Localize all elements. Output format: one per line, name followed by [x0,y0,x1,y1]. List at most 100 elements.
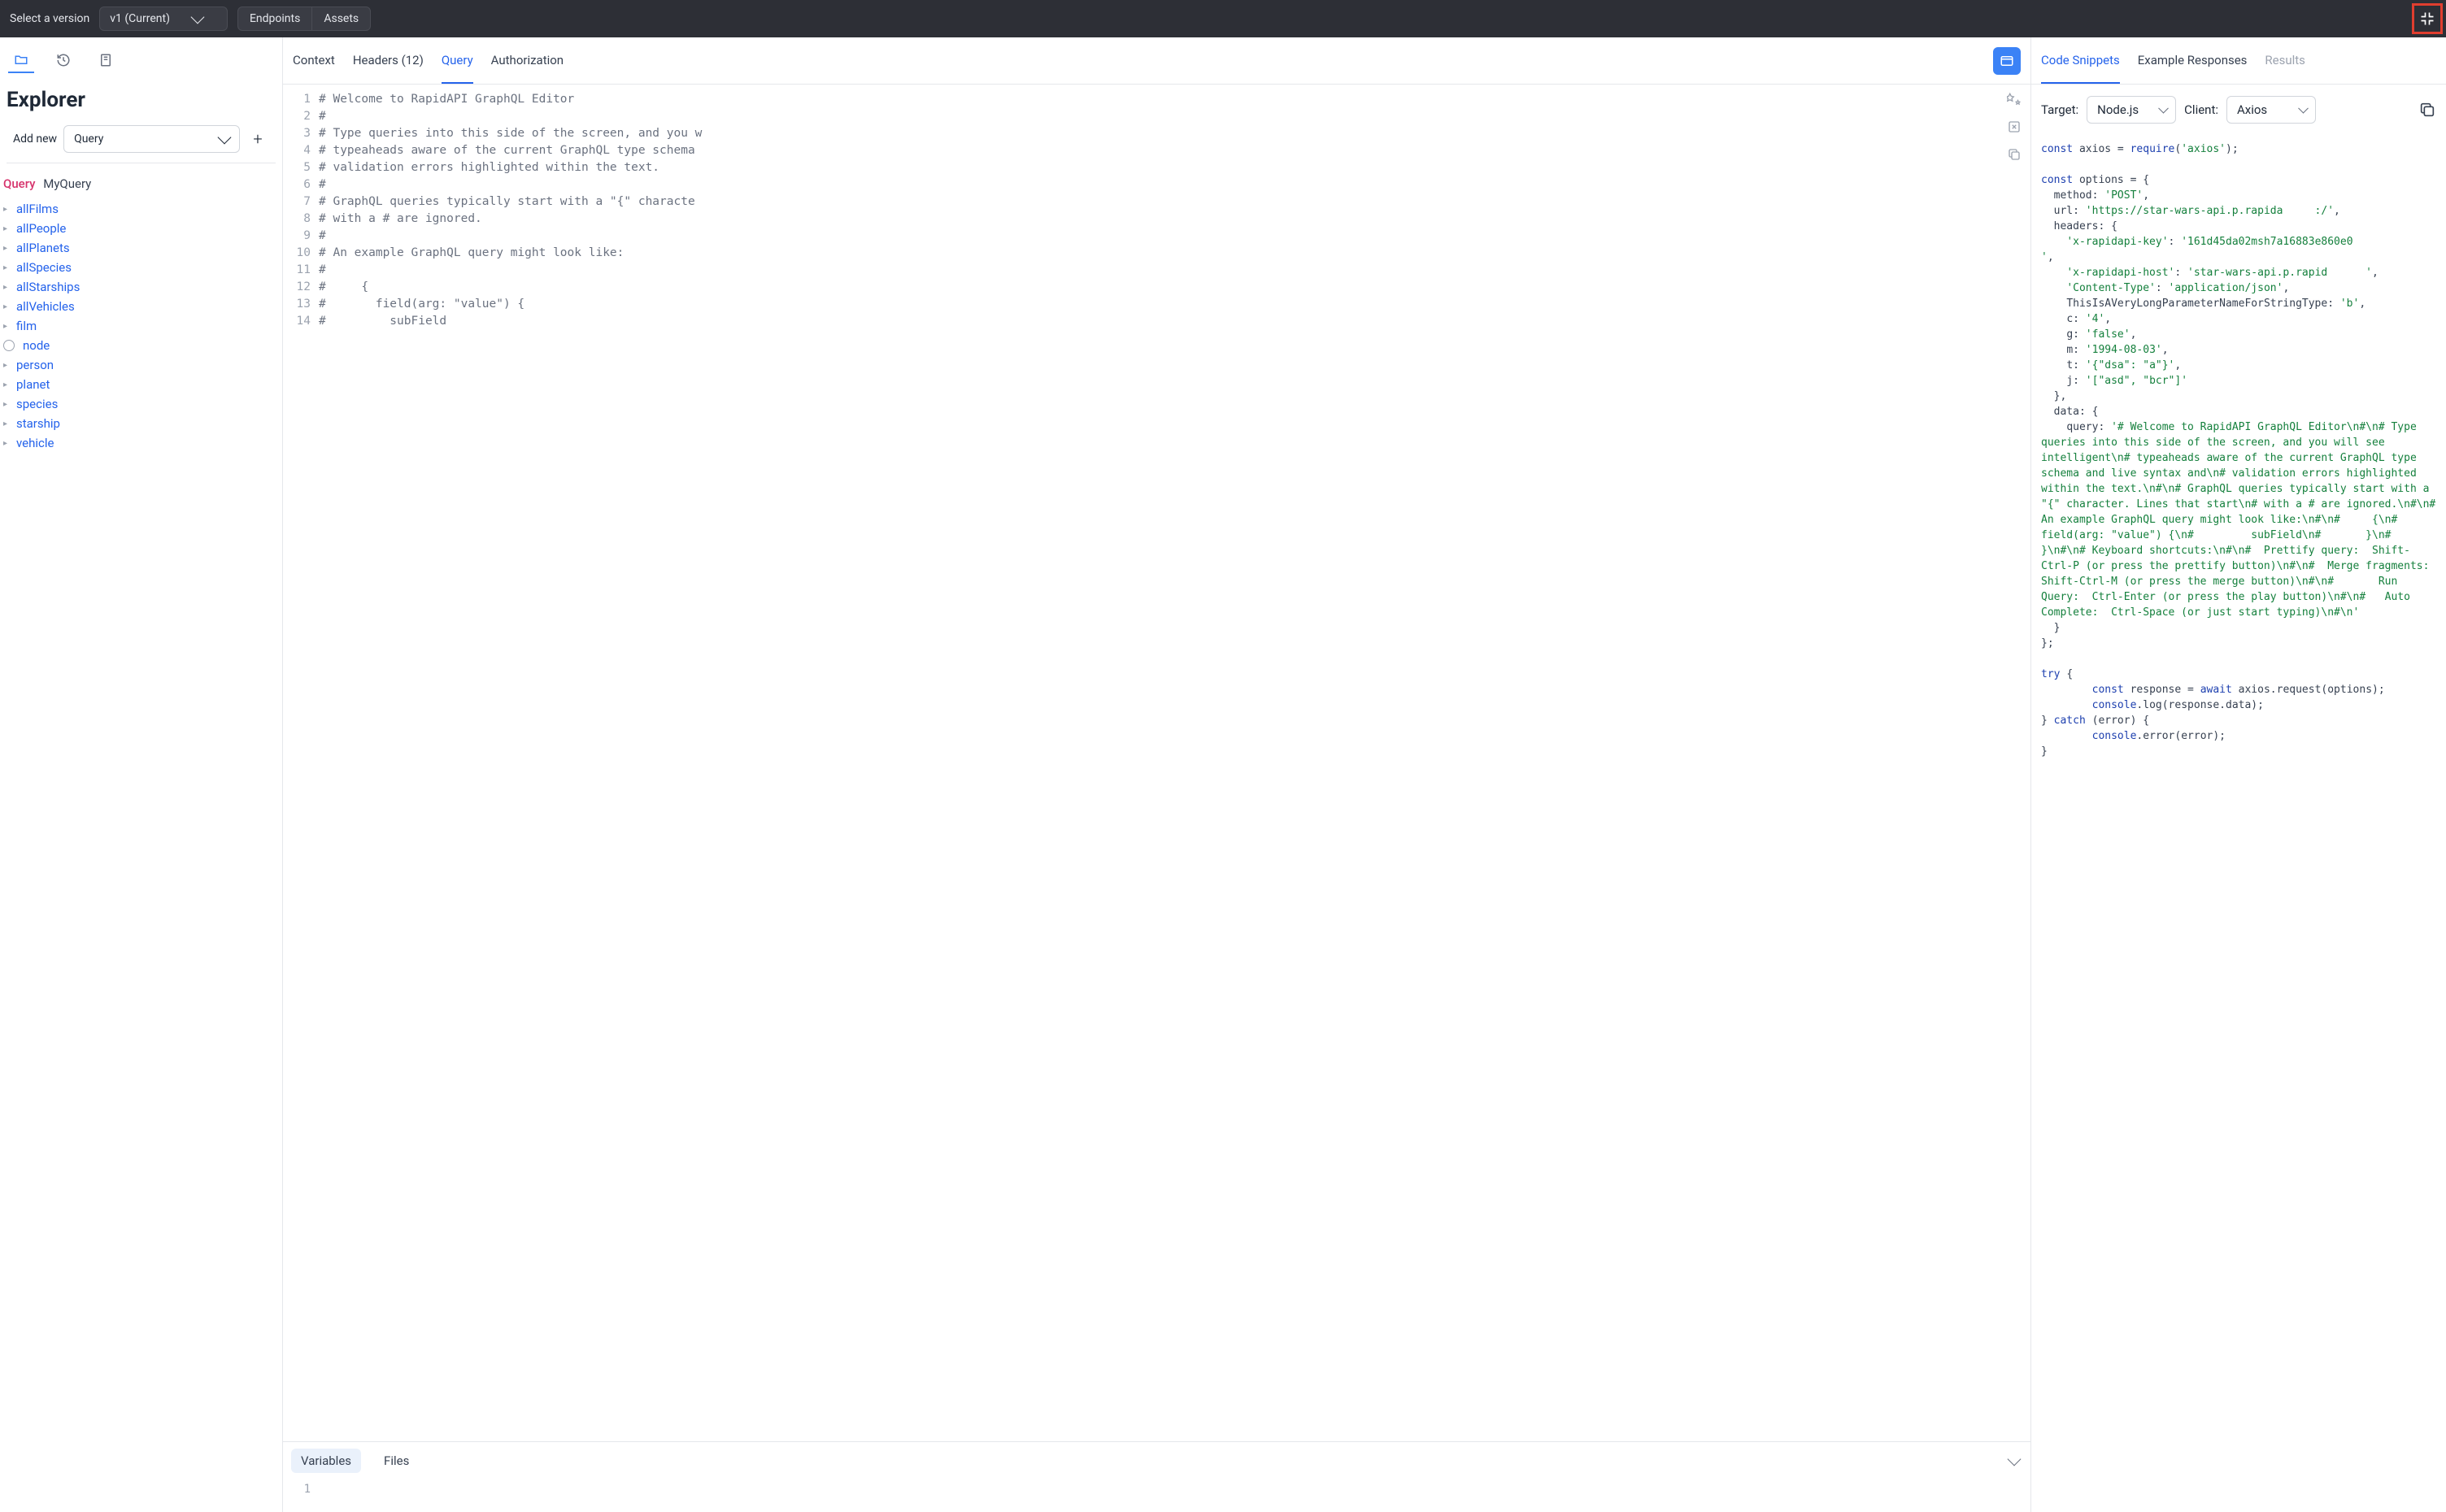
graphql-editor[interactable]: 1234567891011121314 # Welcome to RapidAP… [283,85,2030,1441]
var-line-number: 1 [283,1483,319,1496]
endpoints-tab[interactable]: Endpoints [238,7,311,30]
docs-icon[interactable] [93,47,119,73]
query-header: Query MyQuery [0,163,282,199]
chevron-down-icon [190,11,204,24]
tab-headers[interactable]: Headers (12) [353,38,424,84]
copy-snippet-button[interactable] [2418,101,2436,119]
tree-item-planet[interactable]: ▸ planet [3,375,279,394]
collapse-button[interactable] [2412,3,2443,34]
explorer-title: Explorer [0,73,282,125]
prettify-icon[interactable] [2006,91,2022,107]
tree-item-node[interactable]: node [3,336,279,355]
top-bar: Select a version v1 (Current) Endpoints … [0,0,2446,37]
tree-item-label: starship [16,416,60,431]
add-new-type-value: Query [74,133,103,146]
expand-icon: ▸ [3,302,11,311]
history-icon[interactable] [50,47,76,73]
center-panel: Context Headers (12) Query Authorization… [283,37,2031,1512]
tree-item-starship[interactable]: ▸ starship [3,414,279,433]
tree-item-film[interactable]: ▸ film [3,316,279,336]
code-area[interactable]: # Welcome to RapidAPI GraphQL Editor## T… [319,91,2030,1441]
copy-query-icon[interactable] [2006,146,2022,163]
assets-tab[interactable]: Assets [311,7,370,30]
select-version-label: Select a version [10,12,89,25]
bottom-tabs: Variables Files [283,1442,2030,1479]
tree-item-allStarships[interactable]: ▸ allStarships [3,277,279,297]
chevron-down-icon [218,131,232,145]
tree-item-label: planet [16,377,50,392]
query-name: MyQuery [43,176,91,191]
merge-icon[interactable] [2006,119,2022,135]
fields-tree: ▸allFilms▸allPeople▸allPlanets▸allSpecie… [0,199,282,453]
line-gutter: 1234567891011121314 [283,91,319,1441]
tree-item-label: allSpecies [16,260,72,275]
expand-icon: ▸ [3,244,11,253]
tab-context[interactable]: Context [293,38,335,84]
run-query-button[interactable] [1993,47,2021,75]
tree-item-label: species [16,397,58,411]
tree-item-label: allPeople [16,221,66,236]
tab-example-responses[interactable]: Example Responses [2138,38,2248,84]
tree-item-label: vehicle [16,436,54,450]
snippet-controls: Target: Node.js Client: Axios [2031,85,2446,135]
expand-icon: ▸ [3,439,11,448]
tree-item-label: allVehicles [16,299,75,314]
nav-segment: Endpoints Assets [237,7,371,31]
variables-editor[interactable]: 1 [283,1479,2030,1512]
expand-icon: ▸ [3,322,11,331]
add-new-label: Add new [13,133,57,146]
sidebar-icon-row [0,37,282,73]
tree-item-allSpecies[interactable]: ▸ allSpecies [3,258,279,277]
tree-item-label: allStarships [16,280,80,294]
expand-icon: ▸ [3,380,11,389]
minimize-icon [2419,11,2435,27]
tab-results: Results [2265,38,2305,84]
tree-item-person[interactable]: ▸person [3,355,279,375]
editor-tool-icons [2006,91,2022,163]
tree-item-vehicle[interactable]: ▸ vehicle [3,433,279,453]
add-new-type-select[interactable]: Query [63,125,240,153]
target-select[interactable]: Node.js [2087,96,2176,124]
explorer-panel: Explorer Add new Query + Query MyQuery ▸… [0,37,283,1512]
tree-item-label: node [23,338,50,353]
tree-item-allPeople[interactable]: ▸ allPeople [3,219,279,238]
tree-item-allVehicles[interactable]: ▸ allVehicles [3,297,279,316]
query-keyword: Query [3,176,36,191]
version-select[interactable]: v1 (Current) [99,7,228,31]
code-snippet[interactable]: const axios = require('axios'); const op… [2031,135,2446,1512]
tab-variables[interactable]: Variables [291,1449,361,1473]
tree-item-species[interactable]: ▸ species [3,394,279,414]
tab-authorization[interactable]: Authorization [491,38,564,84]
center-tabs: Context Headers (12) Query Authorization [283,37,2030,85]
client-value: Axios [2237,102,2267,117]
expand-icon: ▸ [3,419,11,428]
bottom-panel: Variables Files 1 [283,1441,2030,1512]
radio-icon [3,340,15,351]
expand-icon: ▸ [3,205,11,214]
tab-files[interactable]: Files [374,1449,419,1473]
panel-icon [2000,54,2014,68]
tree-item-allPlanets[interactable]: ▸ allPlanets [3,238,279,258]
target-label: Target: [2041,102,2078,117]
right-panel: Code Snippets Example Responses Results … [2031,37,2446,1512]
right-tabs: Code Snippets Example Responses Results [2031,37,2446,85]
chevron-down-icon[interactable] [2008,1453,2022,1466]
tab-query[interactable]: Query [442,38,473,84]
expand-icon: ▸ [3,283,11,292]
add-new-button[interactable]: + [246,128,269,150]
expand-icon: ▸ [3,400,11,409]
tree-item-allFilms[interactable]: ▸allFilms [3,199,279,219]
version-value: v1 (Current) [110,12,170,25]
client-select[interactable]: Axios [2226,96,2316,124]
expand-icon: ▸ [3,224,11,233]
tab-code-snippets[interactable]: Code Snippets [2041,38,2120,84]
add-new-row: Add new Query + [7,125,276,163]
tree-item-label: allPlanets [16,241,70,255]
target-value: Node.js [2097,102,2139,117]
expand-icon: ▸ [3,361,11,370]
editor-wrapper: 1234567891011121314 # Welcome to RapidAP… [283,85,2030,1512]
explorer-icon[interactable] [8,47,34,73]
expand-icon: ▸ [3,263,11,272]
tree-item-label: film [16,319,37,333]
main-layout: Explorer Add new Query + Query MyQuery ▸… [0,37,2446,1512]
